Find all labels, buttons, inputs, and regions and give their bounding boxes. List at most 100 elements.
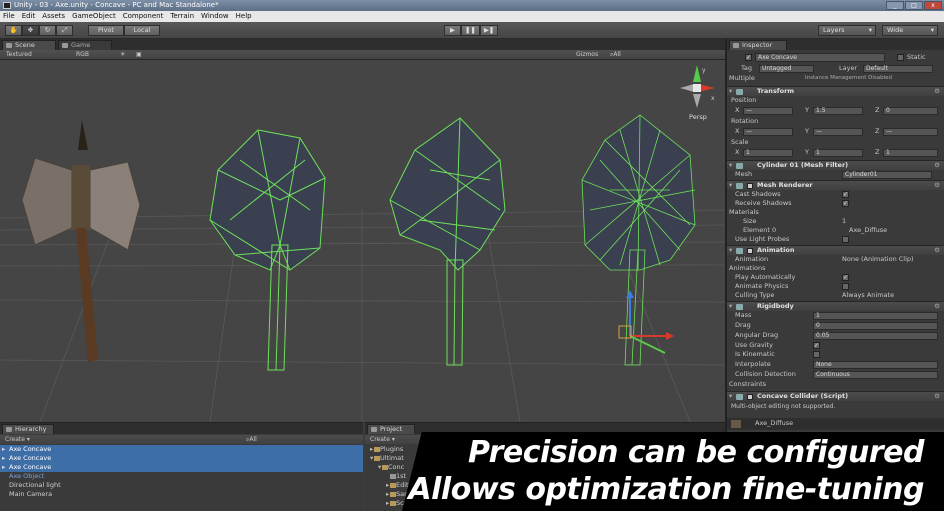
foldout-icon[interactable]: ▾ bbox=[370, 454, 373, 463]
gravity-checkbox[interactable]: ✓ bbox=[813, 342, 820, 349]
animations-foldout[interactable]: Animations bbox=[729, 264, 766, 273]
mesh-renderer-header[interactable]: ▾ Mesh Renderer ⚙ bbox=[727, 180, 944, 190]
kinematic-checkbox[interactable] bbox=[813, 351, 820, 358]
move-tool-icon[interactable]: ✥ bbox=[22, 25, 39, 36]
project-create-button[interactable]: Create ▾ bbox=[370, 435, 395, 444]
interpolate-dropdown[interactable]: None bbox=[813, 361, 938, 369]
minimize-button[interactable]: _ bbox=[886, 1, 904, 10]
position-x-field[interactable]: — bbox=[743, 107, 793, 115]
close-button[interactable]: x bbox=[924, 1, 942, 10]
menu-component[interactable]: Component bbox=[123, 11, 164, 22]
gear-icon[interactable]: ⚙ bbox=[934, 161, 940, 170]
lighting-toggle-icon[interactable]: ☀ bbox=[120, 50, 125, 59]
expand-arrow-icon[interactable]: ▸ bbox=[2, 463, 5, 472]
foldout-icon[interactable]: ▸ bbox=[386, 499, 389, 508]
tag-dropdown[interactable]: Untagged bbox=[759, 65, 814, 73]
menu-terrain[interactable]: Terrain bbox=[170, 11, 194, 22]
gizmos-dropdown[interactable]: Gizmos bbox=[576, 50, 598, 59]
expand-arrow-icon[interactable]: ▸ bbox=[2, 445, 5, 454]
hierarchy-item[interactable]: ▸ Axe Concave bbox=[0, 463, 363, 472]
materials-foldout[interactable]: Materials bbox=[729, 208, 759, 217]
receive-shadows-checkbox[interactable]: ✓ bbox=[842, 200, 849, 207]
concave-collider-header[interactable]: ▾ Concave Collider (Script) ⚙ bbox=[727, 391, 944, 401]
pause-button[interactable]: ❚❚ bbox=[461, 25, 480, 36]
collision-dropdown[interactable]: Continuous bbox=[813, 371, 938, 379]
layout-dropdown[interactable]: Wide bbox=[882, 25, 938, 36]
tab-hierarchy[interactable]: Hierarchy bbox=[2, 424, 54, 434]
scale-x-field[interactable]: 1 bbox=[743, 149, 793, 157]
pivot-button[interactable]: Pivot bbox=[88, 25, 124, 36]
rotation-z-field[interactable]: — bbox=[883, 128, 938, 136]
size-field[interactable]: 1 bbox=[842, 217, 846, 226]
play-button[interactable]: ▶ bbox=[444, 25, 461, 36]
mass-field[interactable]: 1 bbox=[813, 312, 938, 320]
mesh-field[interactable]: Cylinder01 bbox=[842, 171, 932, 179]
culling-dropdown[interactable]: Always Animate bbox=[842, 291, 894, 300]
tab-game[interactable]: Game bbox=[58, 40, 112, 50]
hand-tool-icon[interactable]: ✋ bbox=[5, 25, 22, 36]
menu-help[interactable]: Help bbox=[236, 11, 252, 22]
foldout-icon[interactable]: ▸ bbox=[386, 490, 389, 499]
animate-physics-checkbox[interactable] bbox=[842, 283, 849, 290]
gear-icon[interactable]: ⚙ bbox=[934, 392, 940, 401]
project-folder[interactable]: ▾ Ultimat bbox=[370, 454, 404, 463]
play-auto-checkbox[interactable]: ✓ bbox=[842, 274, 849, 281]
layers-dropdown[interactable]: Layers bbox=[818, 25, 876, 36]
gear-icon[interactable]: ⚙ bbox=[934, 87, 940, 96]
foldout-icon[interactable]: ▾ bbox=[729, 181, 732, 190]
light-probes-checkbox[interactable] bbox=[842, 236, 849, 243]
hierarchy-item[interactable]: Directional light bbox=[0, 481, 363, 490]
rotation-x-field[interactable]: — bbox=[743, 128, 793, 136]
object-name-field[interactable]: Axe Concave bbox=[755, 53, 885, 62]
tab-scene[interactable]: Scene bbox=[2, 40, 56, 50]
scale-z-field[interactable]: 1 bbox=[883, 149, 938, 157]
menu-assets[interactable]: Assets bbox=[42, 11, 65, 22]
position-y-field[interactable]: 1.5 bbox=[813, 107, 863, 115]
drag-field[interactable]: 0 bbox=[813, 322, 938, 330]
foldout-icon[interactable]: ▾ bbox=[729, 161, 732, 170]
project-folder[interactable]: ▸ Plugins bbox=[370, 445, 403, 454]
menu-window[interactable]: Window bbox=[201, 11, 229, 22]
hierarchy-item[interactable]: ▸ Axe Concave bbox=[0, 445, 363, 454]
hierarchy-item[interactable]: Main Camera bbox=[0, 490, 363, 499]
local-button[interactable]: Local bbox=[124, 25, 160, 36]
menu-edit[interactable]: Edit bbox=[22, 11, 36, 22]
scale-tool-icon[interactable]: ⤢ bbox=[56, 25, 73, 36]
render-mode-dropdown[interactable]: Textured bbox=[6, 50, 32, 59]
foldout-icon[interactable]: ▾ bbox=[729, 302, 732, 311]
gear-icon[interactable]: ⚙ bbox=[934, 302, 940, 311]
element0-field[interactable]: Axe_Diffuse bbox=[849, 226, 887, 235]
scene-viewport[interactable]: y x Persp bbox=[0, 60, 725, 422]
material-preview-row[interactable]: Axe_Diffuse bbox=[727, 418, 944, 430]
fx-toggle-icon[interactable]: ▣ bbox=[136, 50, 142, 59]
foldout-icon[interactable]: ▾ bbox=[729, 246, 732, 255]
foldout-icon[interactable]: ▸ bbox=[386, 481, 389, 490]
tab-project[interactable]: Project bbox=[367, 424, 415, 434]
hierarchy-create-button[interactable]: Create ▾ bbox=[5, 435, 30, 444]
axe-wireframe-1[interactable] bbox=[209, 129, 326, 371]
scene-search-field[interactable]: ⌕All bbox=[610, 50, 621, 59]
mesh-filter-header[interactable]: ▾ Cylinder 01 (Mesh Filter) ⚙ bbox=[727, 160, 944, 170]
active-checkbox[interactable]: ✓ bbox=[745, 54, 752, 61]
animation-header[interactable]: ▾ Animation ⚙ bbox=[727, 245, 944, 255]
hierarchy-item[interactable]: ▸ Axe Concave bbox=[0, 454, 363, 463]
hierarchy-item[interactable]: Axe Object bbox=[0, 472, 363, 481]
persp-label[interactable]: Persp bbox=[689, 113, 707, 121]
color-mode-dropdown[interactable]: RGB bbox=[76, 50, 89, 59]
animation-clip-field[interactable]: None (Animation Clip) bbox=[842, 255, 914, 264]
axe-textured[interactable] bbox=[21, 120, 141, 362]
foldout-icon[interactable]: ▾ bbox=[729, 392, 732, 401]
expand-arrow-icon[interactable]: ▸ bbox=[2, 454, 5, 463]
rotation-y-field[interactable]: — bbox=[813, 128, 863, 136]
layer-dropdown[interactable]: Default bbox=[863, 65, 933, 73]
menu-gameobject[interactable]: GameObject bbox=[72, 11, 116, 22]
constraints-foldout[interactable]: Constraints bbox=[729, 380, 766, 389]
scale-y-field[interactable]: 1 bbox=[813, 149, 863, 157]
transform-header[interactable]: ▾ Transform ⚙ bbox=[727, 86, 944, 96]
enabled-checkbox[interactable] bbox=[747, 183, 753, 189]
gear-icon[interactable]: ⚙ bbox=[934, 181, 940, 190]
tab-inspector[interactable]: Inspector bbox=[729, 40, 787, 50]
axe-wireframe-3[interactable] bbox=[581, 114, 696, 366]
step-button[interactable]: ▶❚ bbox=[479, 25, 499, 36]
enabled-checkbox[interactable] bbox=[747, 394, 753, 400]
